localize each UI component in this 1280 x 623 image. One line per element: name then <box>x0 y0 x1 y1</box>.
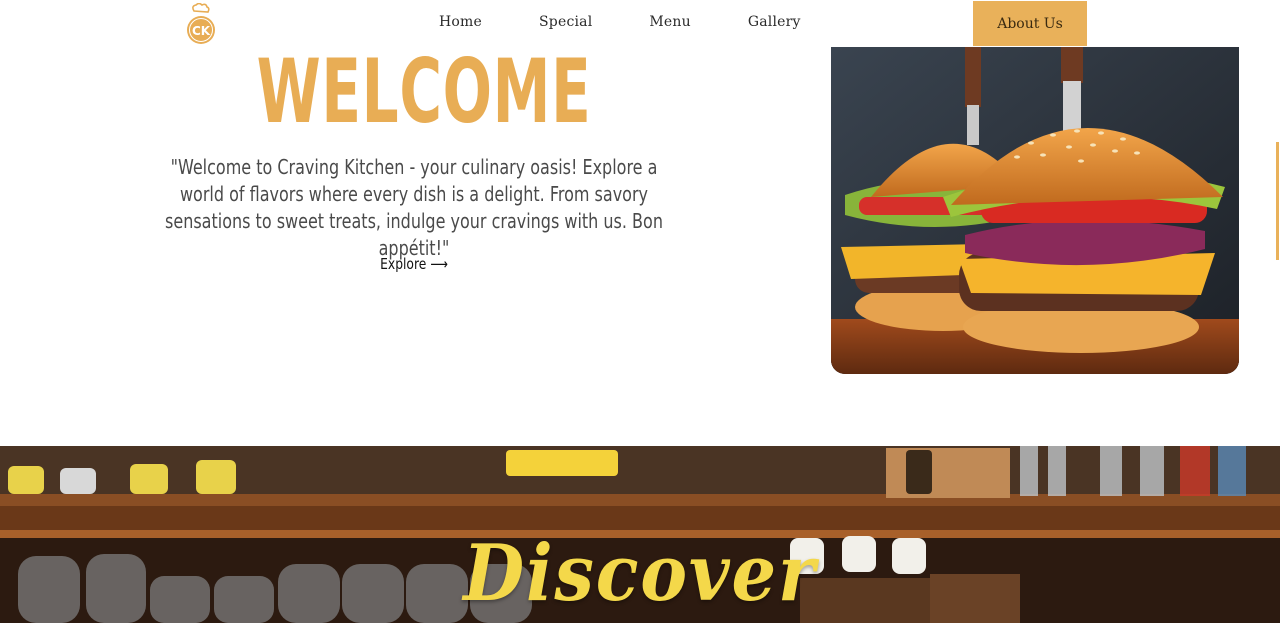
nav-gallery[interactable]: Gallery <box>748 14 801 30</box>
chef-hat-logo-icon: CK <box>187 2 215 44</box>
nav-home[interactable]: Home <box>439 14 482 30</box>
scroll-accent-bar <box>1276 142 1279 260</box>
nav-special[interactable]: Special <box>539 14 592 30</box>
nav-menu[interactable]: Menu <box>649 14 690 30</box>
discover-title: Discover <box>463 528 817 619</box>
welcome-description: "Welcome to Craving Kitchen - your culin… <box>165 155 663 260</box>
nav-links: Home Special Menu Gallery <box>439 14 801 30</box>
svg-text:CK: CK <box>192 24 211 38</box>
about-us-button[interactable]: About Us <box>973 1 1087 46</box>
burger-image <box>831 47 1239 374</box>
discover-banner: Discover <box>0 446 1280 623</box>
craving-kitchen-logo[interactable]: CK <box>183 2 219 45</box>
explore-link[interactable]: Explore ⟶ <box>373 255 455 273</box>
navbar: CK Home Special Menu Gallery About Us <box>0 0 1280 47</box>
welcome-title: WELCOME <box>256 40 592 143</box>
